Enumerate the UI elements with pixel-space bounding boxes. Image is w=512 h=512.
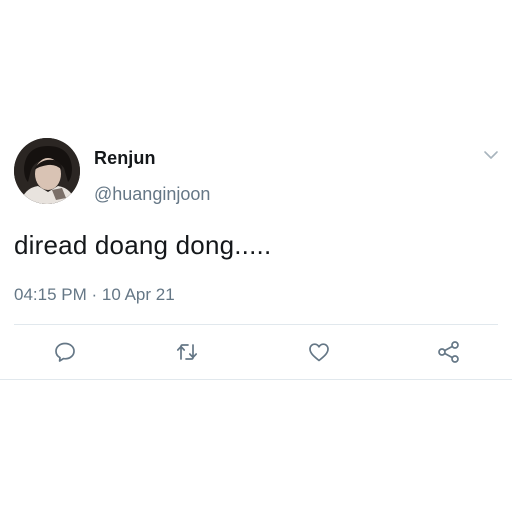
tweet-card: Renjun @huanginjoon diread doang dong...… — [0, 0, 512, 512]
share-icon — [437, 340, 461, 364]
divider — [0, 379, 512, 380]
like-button[interactable] — [306, 339, 332, 365]
reply-icon — [53, 340, 77, 364]
chevron-down-icon[interactable] — [482, 148, 500, 162]
tweet-timestamp[interactable]: 04:15 PM · 10 Apr 21 — [14, 285, 175, 305]
share-button[interactable] — [436, 339, 462, 365]
display-name[interactable]: Renjun — [94, 148, 156, 169]
tweet-text: diread doang dong..... — [14, 230, 272, 260]
avatar[interactable] — [14, 138, 80, 204]
retweet-button[interactable] — [174, 339, 200, 365]
heart-icon — [307, 340, 331, 364]
reply-button[interactable] — [52, 339, 78, 365]
divider — [14, 324, 498, 325]
avatar-photo — [14, 138, 80, 204]
retweet-icon — [175, 340, 199, 364]
user-handle[interactable]: @huanginjoon — [94, 184, 210, 205]
